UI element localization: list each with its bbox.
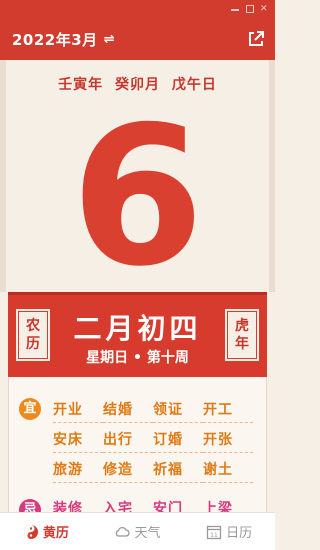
maximize-icon[interactable] xyxy=(246,5,254,13)
yi-item: 谢土 xyxy=(203,459,253,483)
cloud-icon xyxy=(116,526,131,537)
tab-label: 日历 xyxy=(226,526,253,541)
tab-calendar[interactable]: 11 日历 xyxy=(206,522,252,541)
ji-item: 装修 xyxy=(53,501,83,512)
paper-edge-right xyxy=(269,60,275,292)
ji-item: 上梁 xyxy=(203,501,233,512)
almanac-icon xyxy=(23,524,38,539)
close-icon[interactable]: ✕ xyxy=(260,5,268,14)
lunar-panel: 农 历 二月初四 星期日 • 第十周 虎 年 xyxy=(8,292,267,377)
calendar-icon: 11 xyxy=(206,525,222,539)
tab-almanac[interactable]: 黄历 xyxy=(23,522,69,541)
yi-badge: 宜 xyxy=(19,398,41,420)
zodiac-seal-char: 年 xyxy=(235,336,249,352)
tab-weather[interactable]: 天气 xyxy=(114,522,160,541)
yi-list: 开业 结婚 领证 开工 安床 出行 订婚 开张 旅游 修造 祈福 谢土 xyxy=(53,399,253,483)
day-card: 壬寅年 癸卯月 戊午日 6 xyxy=(0,60,275,298)
paper-edge-left xyxy=(0,60,6,292)
ji-item: 安门 xyxy=(153,501,183,512)
yi-item: 出行 xyxy=(103,429,153,453)
yi-item: 领证 xyxy=(153,399,203,423)
yiji-section: 宜 开业 结婚 领证 开工 安床 出行 订婚 开张 旅游 修造 祈福 谢土 忌 … xyxy=(8,377,267,521)
header-bar: 2022年3月 ⇌ xyxy=(0,18,275,60)
yi-item: 开业 xyxy=(53,399,103,423)
zodiac-seal-char: 虎 xyxy=(235,318,249,334)
yi-item: 修造 xyxy=(103,459,153,483)
yi-item: 祈福 xyxy=(153,459,203,483)
tab-label: 黄历 xyxy=(42,526,69,541)
yi-item: 安床 xyxy=(53,429,103,453)
day-number: 6 xyxy=(70,86,205,309)
swap-icon[interactable]: ⇌ xyxy=(104,32,115,47)
yi-item: 结婚 xyxy=(103,399,153,423)
yi-item: 开张 xyxy=(203,429,253,453)
window-controls: ✕ xyxy=(0,0,275,18)
ji-list: 装修 入宅 安门 上梁 xyxy=(53,498,253,512)
yi-item: 订婚 xyxy=(153,429,203,453)
minimize-icon[interactable] xyxy=(231,5,239,11)
zodiac-seal: 虎 年 xyxy=(225,309,259,361)
month-title: 2022年3月 xyxy=(12,30,98,49)
bottom-tab-bar: 黄历 天气 11 日历 xyxy=(0,512,275,550)
ji-item: 入宅 xyxy=(103,501,133,512)
tab-label: 天气 xyxy=(134,526,161,541)
month-selector[interactable]: 2022年3月 ⇌ xyxy=(12,29,115,50)
yi-item: 开工 xyxy=(203,399,253,423)
yi-item: 旅游 xyxy=(53,459,103,483)
share-icon[interactable] xyxy=(247,30,265,48)
calendar-icon-number: 11 xyxy=(210,532,218,539)
